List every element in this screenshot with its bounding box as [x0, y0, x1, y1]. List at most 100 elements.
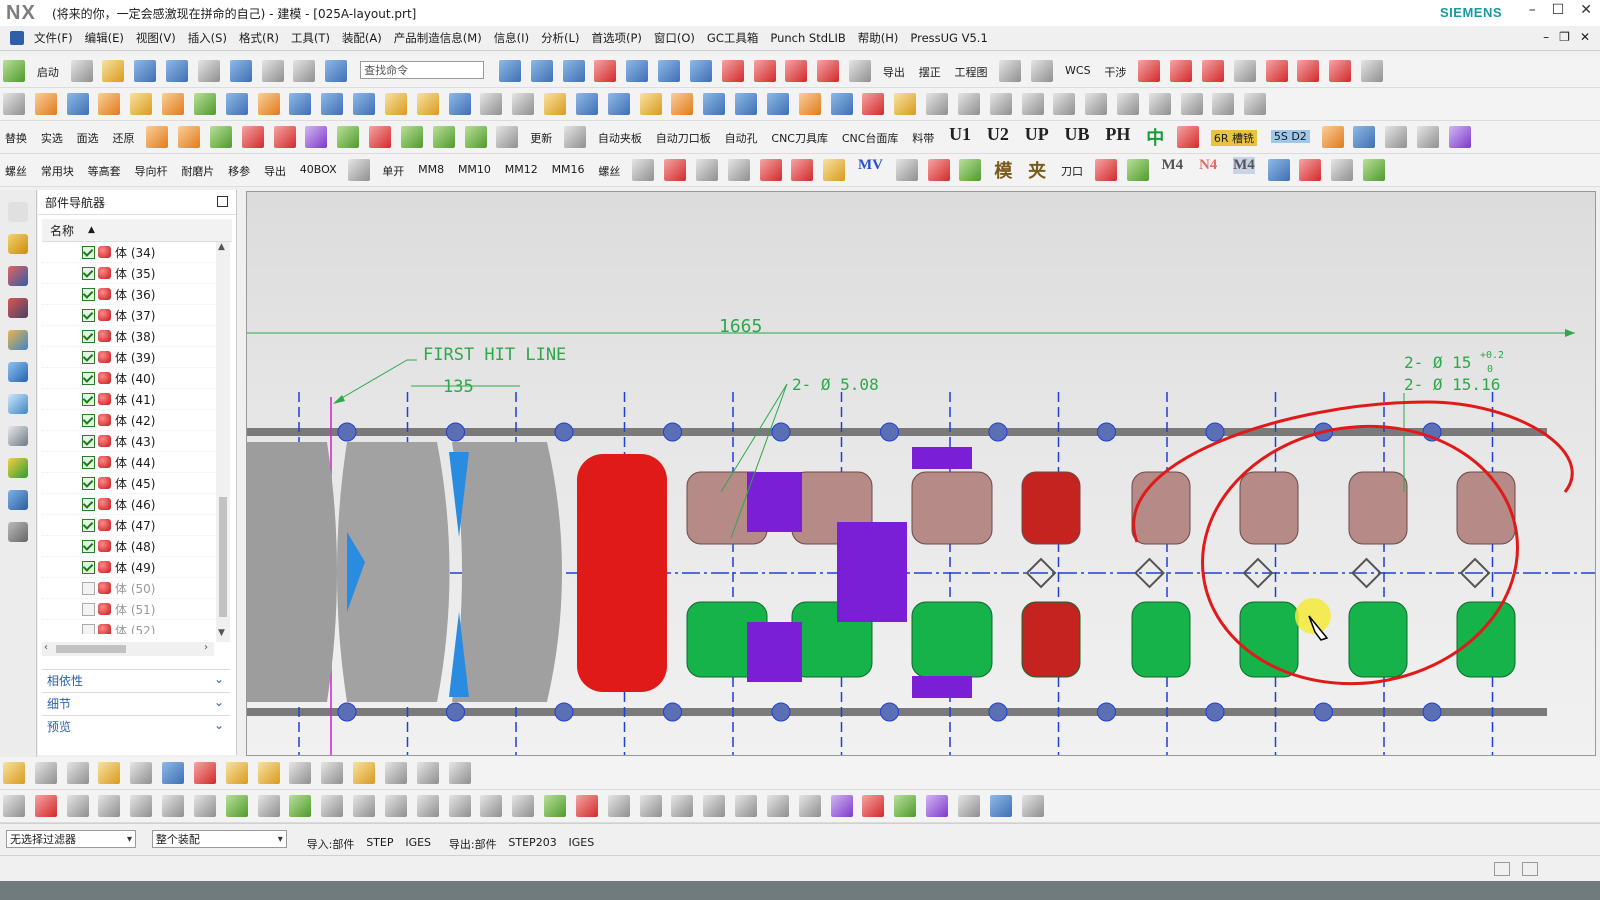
text-icon[interactable]: [1233, 60, 1256, 82]
replace-button[interactable]: 替换: [5, 130, 27, 146]
wcs-button[interactable]: WCS: [1065, 64, 1091, 77]
tree-row[interactable]: 体 (39): [42, 347, 216, 368]
system-materials-icon[interactable]: [8, 458, 28, 478]
hatch-icon[interactable]: [926, 795, 949, 817]
common-block-button[interactable]: 常用块: [41, 163, 74, 179]
sphere-icon[interactable]: [1353, 126, 1376, 148]
assembly-icon[interactable]: [830, 93, 853, 115]
align-button[interactable]: 摆正: [919, 64, 941, 80]
import-iges-button[interactable]: IGES: [405, 836, 431, 849]
tree-row[interactable]: 体 (52): [42, 620, 216, 634]
quick-template-icon[interactable]: [632, 159, 655, 181]
extrude-icon[interactable]: [498, 60, 521, 82]
point-icon[interactable]: [1201, 60, 1224, 82]
die-set-icon[interactable]: [575, 93, 598, 115]
strip-icon[interactable]: [735, 93, 758, 115]
settings-icon[interactable]: [1448, 126, 1471, 148]
extend-icon[interactable]: [544, 795, 567, 817]
line-b-icon[interactable]: [193, 795, 216, 817]
circle-b2-icon[interactable]: [512, 795, 535, 817]
auto-hole-button[interactable]: 自动孔: [725, 130, 758, 146]
circle3-icon[interactable]: [1244, 93, 1267, 115]
single-open-button[interactable]: 单开: [382, 163, 404, 179]
intersect-icon[interactable]: [289, 93, 312, 115]
material-icon[interactable]: [1321, 126, 1344, 148]
open-folder-icon[interactable]: [102, 60, 125, 82]
visibility-checkbox[interactable]: [82, 476, 95, 490]
menu-edit[interactable]: 编辑(E): [79, 30, 130, 46]
clamp-button[interactable]: 夹: [1028, 157, 1046, 183]
tree-row[interactable]: 体 (48): [42, 536, 216, 557]
gas-spring-icon[interactable]: [1331, 159, 1354, 181]
plate-set-icon[interactable]: [607, 93, 630, 115]
tool-d-icon[interactable]: [369, 126, 392, 148]
mm16-button[interactable]: MM16: [552, 163, 585, 176]
visibility-checkbox[interactable]: [82, 581, 95, 595]
tool-h-icon[interactable]: [496, 126, 519, 148]
tree-row[interactable]: 体 (45): [42, 473, 216, 494]
wear-icon[interactable]: [273, 126, 296, 148]
menu-assembly[interactable]: 装配(A): [336, 30, 388, 46]
menu-gc-toolkit[interactable]: GC工具箱: [701, 30, 764, 46]
export-part-label[interactable]: 导出:部件: [449, 836, 497, 852]
auto-clamp-button[interactable]: 自动夹板: [598, 130, 642, 146]
wear-plate-button[interactable]: 耐磨片: [181, 163, 214, 179]
cnc-tool-lib-button[interactable]: CNC刀具库: [771, 130, 828, 146]
draw-point-icon[interactable]: [1021, 795, 1044, 817]
arc-icon[interactable]: [1170, 60, 1193, 82]
s-d2-button[interactable]: 5S D2: [1270, 130, 1310, 143]
tree-row[interactable]: 体 (42): [42, 410, 216, 431]
reuse-library-icon[interactable]: [8, 330, 28, 350]
arrange-icon[interactable]: [448, 762, 471, 784]
tree-row[interactable]: 体 (41): [42, 389, 216, 410]
copy-object-icon[interactable]: [293, 60, 316, 82]
reference-set-icon[interactable]: [353, 762, 376, 784]
mv-button[interactable]: MV: [858, 157, 883, 174]
quick-plate-icon[interactable]: [664, 159, 687, 181]
save-icon[interactable]: [134, 60, 157, 82]
wave-icon[interactable]: [957, 795, 980, 817]
hole-punch-icon[interactable]: [1126, 159, 1149, 181]
mm8-button[interactable]: MM8: [418, 163, 444, 176]
tree-row[interactable]: 体 (51): [42, 599, 216, 620]
constraint-navigator-icon[interactable]: [8, 266, 28, 286]
offset-face-icon[interactable]: [658, 60, 681, 82]
character-icon[interactable]: [895, 159, 918, 181]
pattern-icon[interactable]: [1265, 60, 1288, 82]
screw2-button[interactable]: 螺丝: [598, 163, 620, 179]
circle2-icon[interactable]: [1085, 93, 1108, 115]
layer-icon[interactable]: [849, 60, 872, 82]
tree-row[interactable]: 体 (34): [42, 242, 216, 263]
mold-button[interactable]: 模: [994, 157, 1012, 183]
figure-icon[interactable]: [927, 159, 950, 181]
red-block-icon[interactable]: [1094, 159, 1117, 181]
mirror-icon[interactable]: [1297, 60, 1320, 82]
unbend-icon[interactable]: [512, 93, 535, 115]
menu-analysis[interactable]: 分析(L): [535, 30, 585, 46]
visibility-checkbox[interactable]: [82, 329, 95, 343]
edit-object-icon[interactable]: [261, 60, 284, 82]
wave-link-icon[interactable]: [289, 762, 312, 784]
menu-window[interactable]: 窗口(O): [648, 30, 701, 46]
more-tools-icon[interactable]: [1361, 60, 1384, 82]
measure-icon[interactable]: [894, 93, 917, 115]
blue-tool-icon[interactable]: [989, 795, 1012, 817]
component-add-icon[interactable]: [34, 762, 57, 784]
view-box2-icon[interactable]: [1031, 60, 1054, 82]
perpendicular-icon[interactable]: [1021, 93, 1044, 115]
visibility-checkbox[interactable]: [82, 350, 95, 364]
line2-icon[interactable]: [926, 93, 949, 115]
mm12-button[interactable]: MM12: [505, 163, 538, 176]
tree-horizontal-scrollbar[interactable]: ‹ ›: [42, 642, 214, 656]
curve-b-icon[interactable]: [894, 795, 917, 817]
guide-pin-button[interactable]: 导向杆: [134, 163, 167, 179]
move-component-icon[interactable]: [130, 762, 153, 784]
visibility-checkbox[interactable]: [82, 602, 95, 616]
scroll-down-icon[interactable]: ▼: [218, 628, 225, 638]
circle-tangent-icon[interactable]: [98, 795, 121, 817]
fillet2-icon[interactable]: [1116, 93, 1139, 115]
trim-b-icon[interactable]: [480, 795, 503, 817]
drawing-button[interactable]: 工程图: [955, 64, 988, 80]
insert-icon[interactable]: [671, 93, 694, 115]
command-search-input[interactable]: 查找命令: [360, 61, 485, 79]
